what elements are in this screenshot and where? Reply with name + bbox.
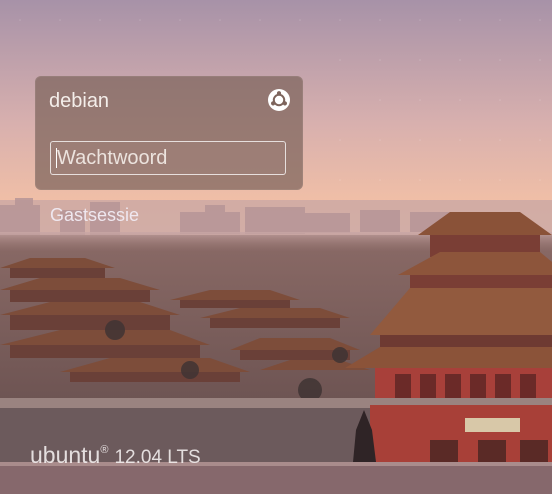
ubuntu-logo-icon[interactable] bbox=[267, 88, 291, 112]
wallpaper-forbidden-city bbox=[0, 0, 552, 494]
guest-session-link[interactable]: Gastsessie bbox=[50, 205, 139, 226]
username-label: debian bbox=[49, 90, 110, 112]
version-label: 12.04 LTS bbox=[114, 447, 201, 468]
text-caret bbox=[56, 148, 57, 168]
login-box: debian bbox=[35, 76, 303, 190]
brand-name: ubuntu bbox=[30, 442, 101, 468]
registered-mark: ® bbox=[100, 444, 109, 456]
password-input[interactable] bbox=[50, 141, 286, 175]
ubuntu-branding: ubuntu® 12.04 LTS bbox=[30, 442, 201, 472]
